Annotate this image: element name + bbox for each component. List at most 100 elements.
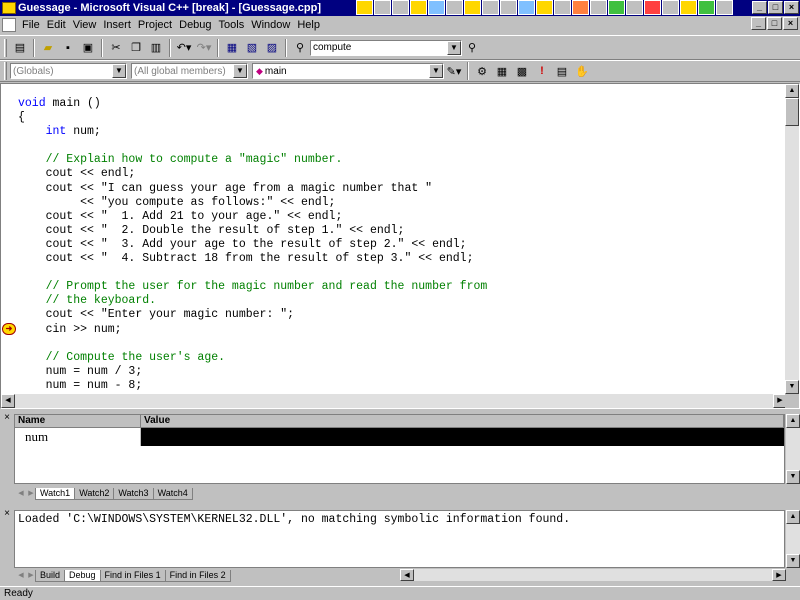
scope-combo[interactable]: (Globals) ▼ [10, 63, 127, 79]
editor-horizontal-scrollbar[interactable]: ◀ ▶ [1, 394, 787, 408]
tray-icon[interactable] [482, 0, 499, 15]
menu-tools[interactable]: Tools [219, 19, 245, 31]
code-line[interactable]: // Prompt the user for the magic number … [18, 280, 785, 294]
output-text[interactable]: Loaded 'C:\WINDOWS\SYSTEM\KERNEL32.DLL',… [14, 510, 785, 568]
code-line[interactable]: << "you compute as follows:" << endl; [18, 196, 785, 210]
code-line[interactable]: cout << "Enter your magic number: "; [18, 308, 785, 322]
minimize-icon[interactable]: _ [752, 1, 767, 14]
close-icon[interactable]: × [784, 1, 799, 14]
tray-icon[interactable] [644, 0, 661, 15]
tray-icon[interactable] [662, 0, 679, 15]
menu-edit[interactable]: Edit [47, 19, 66, 31]
tray-icon[interactable] [374, 0, 391, 15]
output-vertical-scrollbar[interactable]: ▲ ▼ [786, 510, 800, 568]
tray-icon[interactable] [698, 0, 715, 15]
scroll-left-icon[interactable]: ◀ [400, 569, 414, 581]
code-line[interactable]: // Compute the user's age. [18, 351, 785, 365]
close-icon[interactable]: × [1, 413, 13, 425]
menu-project[interactable]: Project [138, 19, 172, 31]
chevron-down-icon[interactable]: ▼ [429, 64, 443, 78]
watch-row-value[interactable] [141, 428, 784, 446]
menu-window[interactable]: Window [251, 19, 290, 31]
go-icon[interactable]: ▤ [552, 62, 572, 80]
output-icon[interactable]: ▧ [242, 39, 262, 57]
tray-icon[interactable] [428, 0, 445, 15]
code-line[interactable]: cout << " 2. Double the result of step 1… [18, 224, 785, 238]
scroll-down-icon[interactable]: ▼ [786, 470, 800, 484]
code-line[interactable]: cout << " 4. Subtract 18 from the result… [18, 252, 785, 266]
scroll-up-icon[interactable]: ▲ [786, 414, 800, 428]
tab-watch4[interactable]: Watch4 [152, 488, 193, 500]
tray-icon[interactable] [716, 0, 733, 15]
code-line[interactable]: void main () [18, 97, 785, 111]
code-line[interactable]: cin >> num; [18, 323, 785, 337]
execute-icon[interactable]: ! [532, 62, 552, 80]
tab-first-icon[interactable]: ◀ [16, 571, 26, 581]
document-icon[interactable] [2, 18, 16, 32]
tray-icon[interactable] [356, 0, 373, 15]
toolbar-grip[interactable] [4, 62, 7, 80]
tray-icon[interactable] [410, 0, 427, 15]
tray-icon[interactable] [500, 0, 517, 15]
menu-insert[interactable]: Insert [103, 19, 131, 31]
breakpoint-icon[interactable]: ✋ [572, 62, 592, 80]
scroll-thumb[interactable] [785, 98, 799, 126]
editor-vertical-scrollbar[interactable]: ▲ ▼ [785, 84, 799, 394]
output-horizontal-scrollbar[interactable]: ◀ ▶ [400, 569, 786, 581]
chevron-down-icon[interactable]: ▼ [447, 40, 461, 55]
tray-icon[interactable] [608, 0, 625, 15]
menu-debug[interactable]: Debug [179, 19, 211, 31]
stop-build-icon[interactable]: ▩ [512, 62, 532, 80]
watch-vertical-scrollbar[interactable]: ▲ ▼ [786, 414, 800, 484]
save-all-icon[interactable]: ▣ [78, 39, 98, 57]
watch-row-name[interactable]: num [15, 428, 141, 446]
code-text[interactable]: void main (){ int num; // Explain how to… [18, 97, 785, 393]
watch-row[interactable]: num [15, 428, 784, 446]
scroll-right-icon[interactable]: ▶ [772, 569, 786, 581]
code-line[interactable]: num = num - 8; [18, 379, 785, 393]
minimize-icon[interactable]: _ [751, 17, 766, 30]
menu-file[interactable]: File [22, 19, 40, 31]
tray-icon[interactable] [554, 0, 571, 15]
new-file-icon[interactable]: ▤ [10, 39, 30, 57]
save-icon[interactable]: ▪ [58, 39, 78, 57]
tab-build[interactable]: Build [35, 570, 66, 582]
workspace-icon[interactable]: ▦ [222, 39, 242, 57]
tab-first-icon[interactable]: ◀ [16, 489, 26, 499]
tab-find-in-files-2[interactable]: Find in Files 2 [164, 570, 231, 582]
code-line[interactable]: num = num / 3; [18, 365, 785, 379]
wizard-action-icon[interactable]: ✎▾ [444, 62, 464, 80]
code-line[interactable]: cout << "I can guess your age from a mag… [18, 182, 785, 196]
tab-debug[interactable]: Debug [64, 570, 101, 582]
window-list-icon[interactable]: ▨ [262, 39, 282, 57]
tray-icon[interactable] [590, 0, 607, 15]
code-editor[interactable]: ➜ void main (){ int num; // Explain how … [0, 83, 800, 409]
close-icon[interactable]: × [783, 17, 798, 30]
copy-icon[interactable]: ❐ [126, 39, 146, 57]
cut-icon[interactable]: ✂ [106, 39, 126, 57]
tray-icon[interactable] [572, 0, 589, 15]
undo-icon[interactable]: ↶▾ [174, 39, 194, 57]
code-line[interactable]: // the keyboard. [18, 294, 785, 308]
column-header-value[interactable]: Value [141, 415, 784, 427]
scroll-left-icon[interactable]: ◀ [1, 394, 15, 408]
maximize-icon[interactable]: □ [768, 1, 783, 14]
column-header-name[interactable]: Name [15, 415, 141, 427]
close-icon[interactable]: × [1, 509, 13, 521]
tab-watch2[interactable]: Watch2 [74, 488, 115, 500]
open-folder-icon[interactable]: ▰ [38, 39, 58, 57]
tray-icon[interactable] [536, 0, 553, 15]
code-line[interactable] [18, 139, 785, 153]
member-combo[interactable]: ◆ main ▼ [252, 63, 444, 79]
editor-gutter[interactable] [1, 84, 18, 394]
filter-combo[interactable]: (All global members) ▼ [131, 63, 248, 79]
menu-view[interactable]: View [73, 19, 97, 31]
tab-watch1[interactable]: Watch1 [35, 488, 76, 500]
tray-icon[interactable] [680, 0, 697, 15]
find-combo[interactable]: compute ▼ [310, 39, 462, 56]
find-icon[interactable]: ⚲ [462, 39, 482, 57]
restore-icon[interactable]: □ [767, 17, 782, 30]
tray-icon[interactable] [518, 0, 535, 15]
tray-icon[interactable] [626, 0, 643, 15]
toolbar-grip[interactable] [4, 38, 7, 57]
